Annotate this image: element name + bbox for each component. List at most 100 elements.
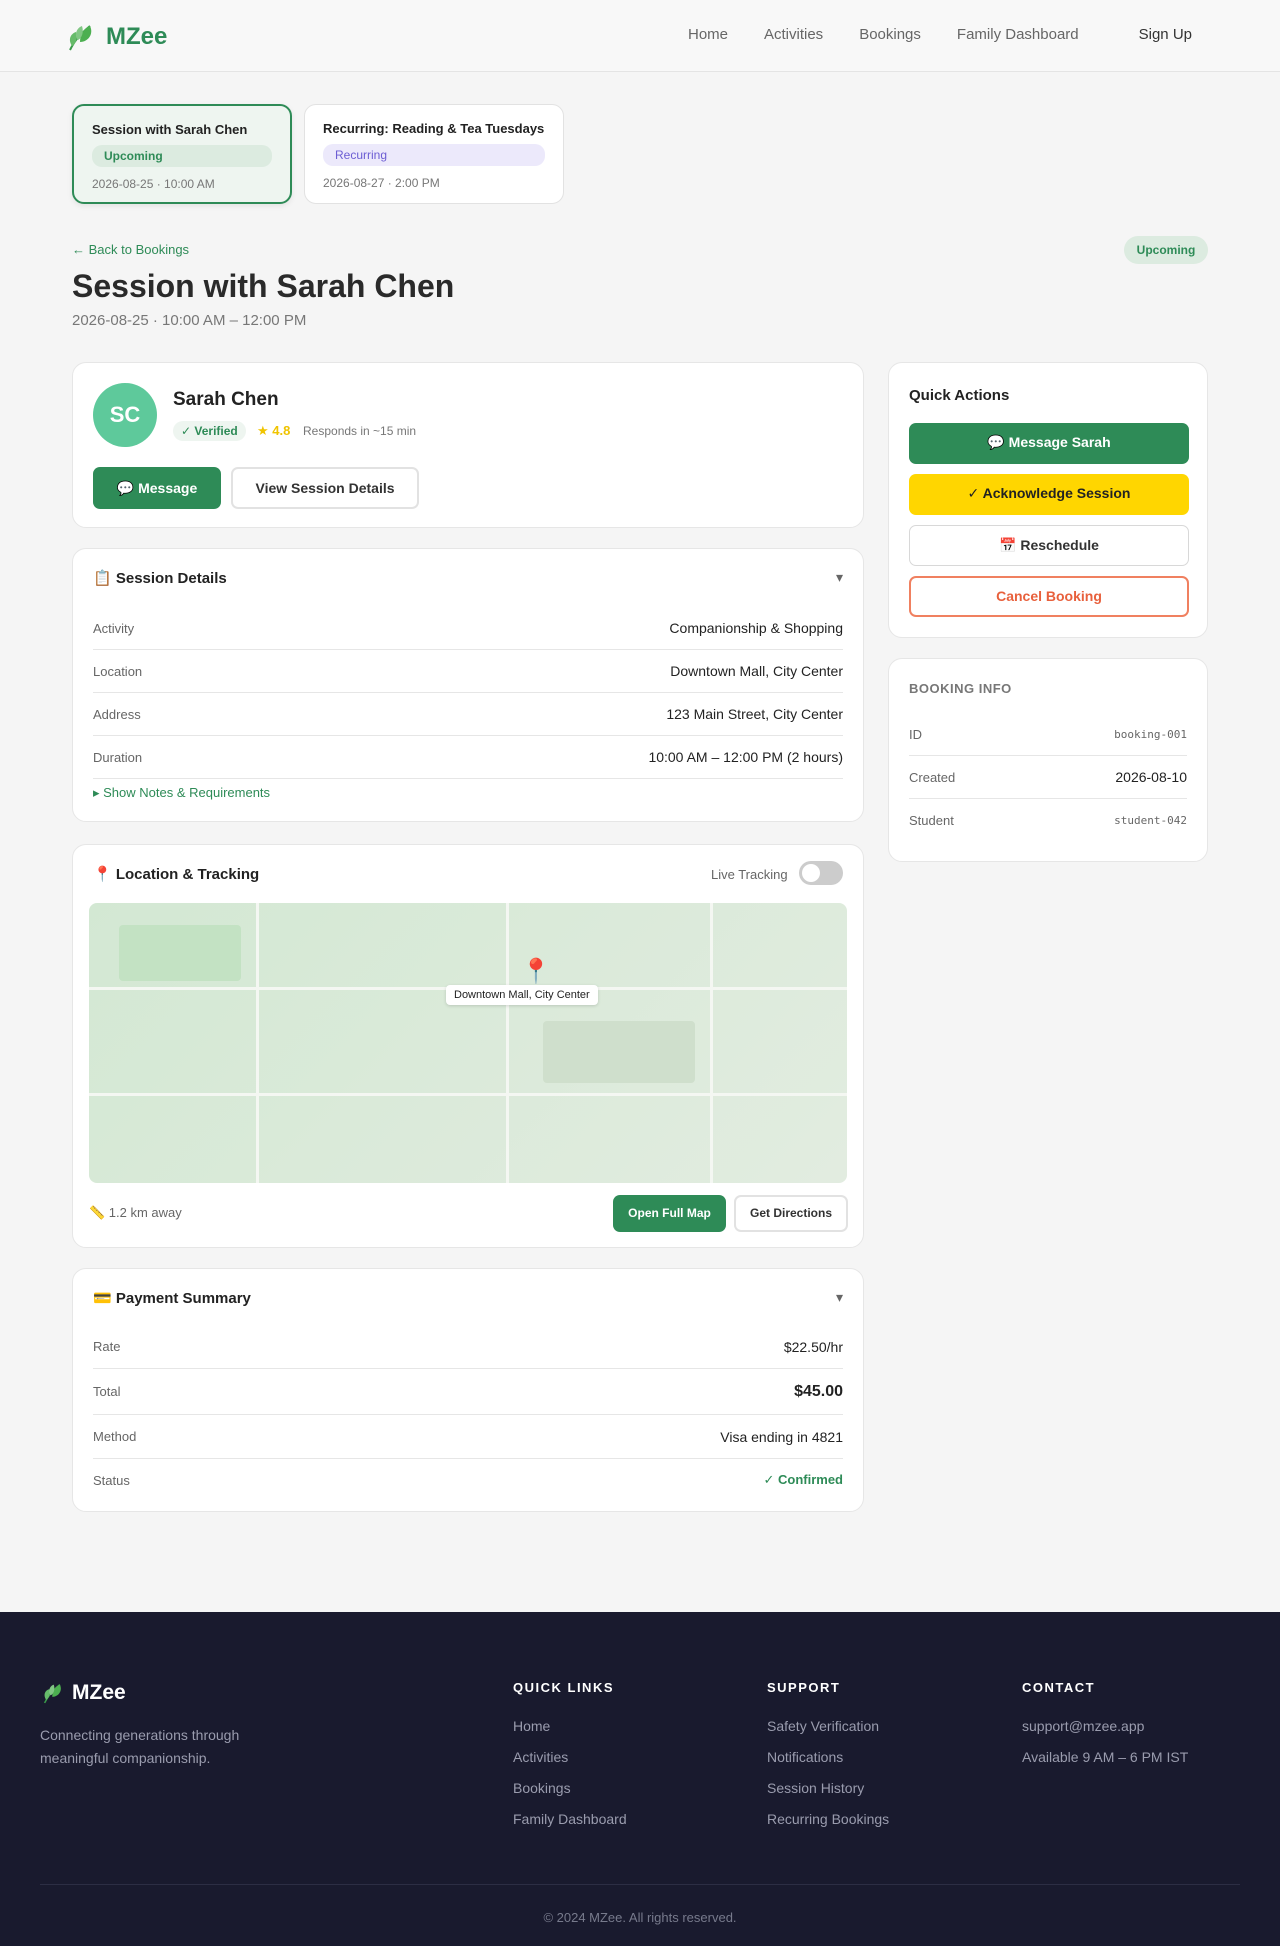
- session-tab-sarah-chen[interactable]: Session with Sarah Chen Upcoming 2026-08…: [72, 104, 292, 204]
- section-title: 💳 Payment Summary: [93, 1290, 251, 1307]
- section-title: BOOKING INFO: [909, 681, 1012, 696]
- distance: 📏 1.2 km away: [89, 1205, 182, 1220]
- detail-row-location: Location Downtown Mall, City Center: [93, 650, 843, 693]
- row-label: Total: [93, 1384, 121, 1399]
- get-directions-button[interactable]: Get Directions: [734, 1195, 848, 1232]
- payment-row-status: Status ✓ Confirmed: [93, 1459, 843, 1501]
- row-label: Location: [93, 663, 143, 679]
- footer-divider: [40, 1884, 1240, 1885]
- avatar: SC: [93, 383, 157, 447]
- footer-quick-links: QUICK LINKS Home Activities Bookings Fam…: [513, 1680, 627, 1841]
- page-title: Session with Sarah Chen: [72, 268, 455, 304]
- footer-support: SUPPORT Safety Verification Notification…: [767, 1680, 889, 1841]
- footer-link-safety[interactable]: Safety Verification: [767, 1717, 889, 1735]
- row-value: ✓ Confirmed: [763, 1472, 843, 1487]
- footer-link-session-history[interactable]: Session History: [767, 1779, 889, 1797]
- row-value: booking-001: [1114, 727, 1187, 741]
- map-road: [506, 903, 509, 1183]
- footer-link-home[interactable]: Home: [513, 1717, 627, 1735]
- recurring-badge: Recurring: [323, 144, 545, 166]
- booking-info-card: BOOKING INFO ID booking-001 Created 2026…: [888, 658, 1208, 862]
- map-road: [256, 903, 259, 1183]
- row-value: 10:00 AM – 12:00 PM (2 hours): [648, 749, 843, 765]
- footer-link-activities[interactable]: Activities: [513, 1748, 627, 1766]
- status-badge: Upcoming: [92, 145, 272, 167]
- nav-family-dashboard-link[interactable]: Family Dashboard: [957, 26, 1079, 43]
- verified-badge: ✓ Verified: [173, 421, 246, 441]
- rating: ★ 4.8: [257, 423, 291, 438]
- brand-name: MZee: [106, 23, 168, 50]
- map-road: [710, 903, 713, 1183]
- companion-card: SC Sarah Chen ✓ Verified ★ 4.8 Responds …: [72, 362, 864, 528]
- signup-link[interactable]: Sign Up: [1139, 26, 1192, 43]
- detail-row-duration: Duration 10:00 AM – 12:00 PM (2 hours): [93, 736, 843, 779]
- row-value: 2026-08-10: [1115, 769, 1187, 785]
- footer-heading: QUICK LINKS: [513, 1680, 614, 1695]
- session-tab-reading-tea[interactable]: Recurring: Reading & Tea Tuesdays Recurr…: [304, 104, 564, 204]
- footer-contact-email[interactable]: support@mzee.app: [1022, 1717, 1188, 1735]
- row-value: student-042: [1114, 814, 1187, 827]
- response-time: Responds in ~15 min: [303, 424, 417, 438]
- session-tab-date: 2026-08-27 · 2:00 PM: [323, 176, 440, 190]
- row-value: $45.00: [794, 1382, 843, 1400]
- session-tab-date: 2026-08-25 · 10:00 AM: [92, 177, 215, 191]
- row-label: Method: [93, 1429, 137, 1444]
- open-full-map-button[interactable]: Open Full Map: [613, 1195, 726, 1232]
- footer-brand[interactable]: MZee: [40, 1680, 126, 1706]
- session-details-card: 📋 Session Details ▾ Activity Companionsh…: [72, 548, 864, 822]
- section-title: Quick Actions: [909, 387, 1010, 404]
- quick-actions-card: Quick Actions 💬 Message Sarah ✓ Acknowle…: [888, 362, 1208, 638]
- companion-name: Sarah Chen: [173, 389, 279, 410]
- session-tab-title: Recurring: Reading & Tea Tuesdays: [323, 121, 545, 136]
- footer-contact-hours: Available 9 AM – 6 PM IST: [1022, 1749, 1189, 1765]
- row-label: Created: [909, 769, 956, 785]
- cancel-booking-button[interactable]: Cancel Booking: [909, 576, 1189, 617]
- footer-heading: CONTACT: [1022, 1680, 1096, 1695]
- row-label: Status: [93, 1472, 130, 1488]
- row-value: Visa ending in 4821: [720, 1428, 843, 1445]
- reschedule-button[interactable]: 📅 Reschedule: [909, 525, 1189, 566]
- booking-row-created: Created 2026-08-10: [909, 756, 1187, 799]
- live-tracking-toggle[interactable]: [799, 861, 843, 885]
- nav-bookings-link[interactable]: Bookings: [859, 26, 921, 43]
- leaf-icon: [69, 25, 92, 51]
- map-pin-label: Downtown Mall, City Center: [446, 985, 598, 1005]
- footer-link-family-dashboard[interactable]: Family Dashboard: [513, 1810, 627, 1828]
- map-pin-icon[interactable]: 📍: [521, 957, 551, 986]
- footer-link-notifications[interactable]: Notifications: [767, 1748, 889, 1766]
- payment-row-method: Method Visa ending in 4821: [93, 1415, 843, 1459]
- footer-link-bookings[interactable]: Bookings: [513, 1779, 627, 1797]
- location-tracking-card: 📍 Location & Tracking Live Tracking 📍 Do…: [72, 844, 864, 1248]
- row-label: Duration: [93, 749, 143, 765]
- row-value: 123 Main Street, City Center: [666, 706, 843, 722]
- footer-heading: SUPPORT: [767, 1680, 841, 1695]
- row-label: ID: [909, 726, 922, 742]
- payment-row-total: Total $45.00: [93, 1369, 843, 1415]
- message-sarah-button[interactable]: 💬 Message Sarah: [909, 423, 1189, 464]
- acknowledge-session-button[interactable]: ✓ Acknowledge Session: [909, 474, 1189, 515]
- top-navbar: MZee Home Activities Bookings Family Das…: [0, 0, 1280, 72]
- map[interactable]: 📍 Downtown Mall, City Center: [89, 903, 847, 1183]
- chevron-down-icon[interactable]: ▾: [836, 569, 843, 586]
- page-subtitle: 2026-08-25 · 10:00 AM – 12:00 PM: [72, 312, 307, 329]
- row-value: $22.50/hr: [783, 1338, 843, 1355]
- section-title: 📍 Location & Tracking: [93, 866, 260, 883]
- row-value: Downtown Mall, City Center: [670, 663, 843, 679]
- brand-logo[interactable]: MZee: [64, 20, 167, 54]
- back-to-bookings-link[interactable]: ← Back to Bookings: [72, 242, 189, 257]
- message-button[interactable]: 💬 Message: [93, 467, 221, 509]
- nav-home-link[interactable]: Home: [688, 26, 728, 43]
- view-session-details-button[interactable]: View Session Details: [231, 467, 419, 509]
- payment-summary-card: 💳 Payment Summary ▾ Rate $22.50/hr Total…: [72, 1268, 864, 1512]
- copyright: © 2024 MZee. All rights reserved.: [543, 1910, 737, 1925]
- chevron-down-icon[interactable]: ▾: [836, 1289, 843, 1306]
- footer-link-recurring-bookings[interactable]: Recurring Bookings: [767, 1810, 889, 1828]
- nav-activities-link[interactable]: Activities: [764, 26, 823, 43]
- section-title: 📋 Session Details: [93, 570, 227, 587]
- booking-row-student: Student student-042: [909, 799, 1187, 842]
- show-notes-link[interactable]: ▸ Show Notes & Requirements: [93, 785, 270, 801]
- row-label: Activity: [93, 620, 135, 636]
- detail-row-address: Address 123 Main Street, City Center: [93, 693, 843, 736]
- footer: MZee Connecting generations through mean…: [0, 1612, 1280, 1946]
- row-label: Rate: [93, 1339, 121, 1354]
